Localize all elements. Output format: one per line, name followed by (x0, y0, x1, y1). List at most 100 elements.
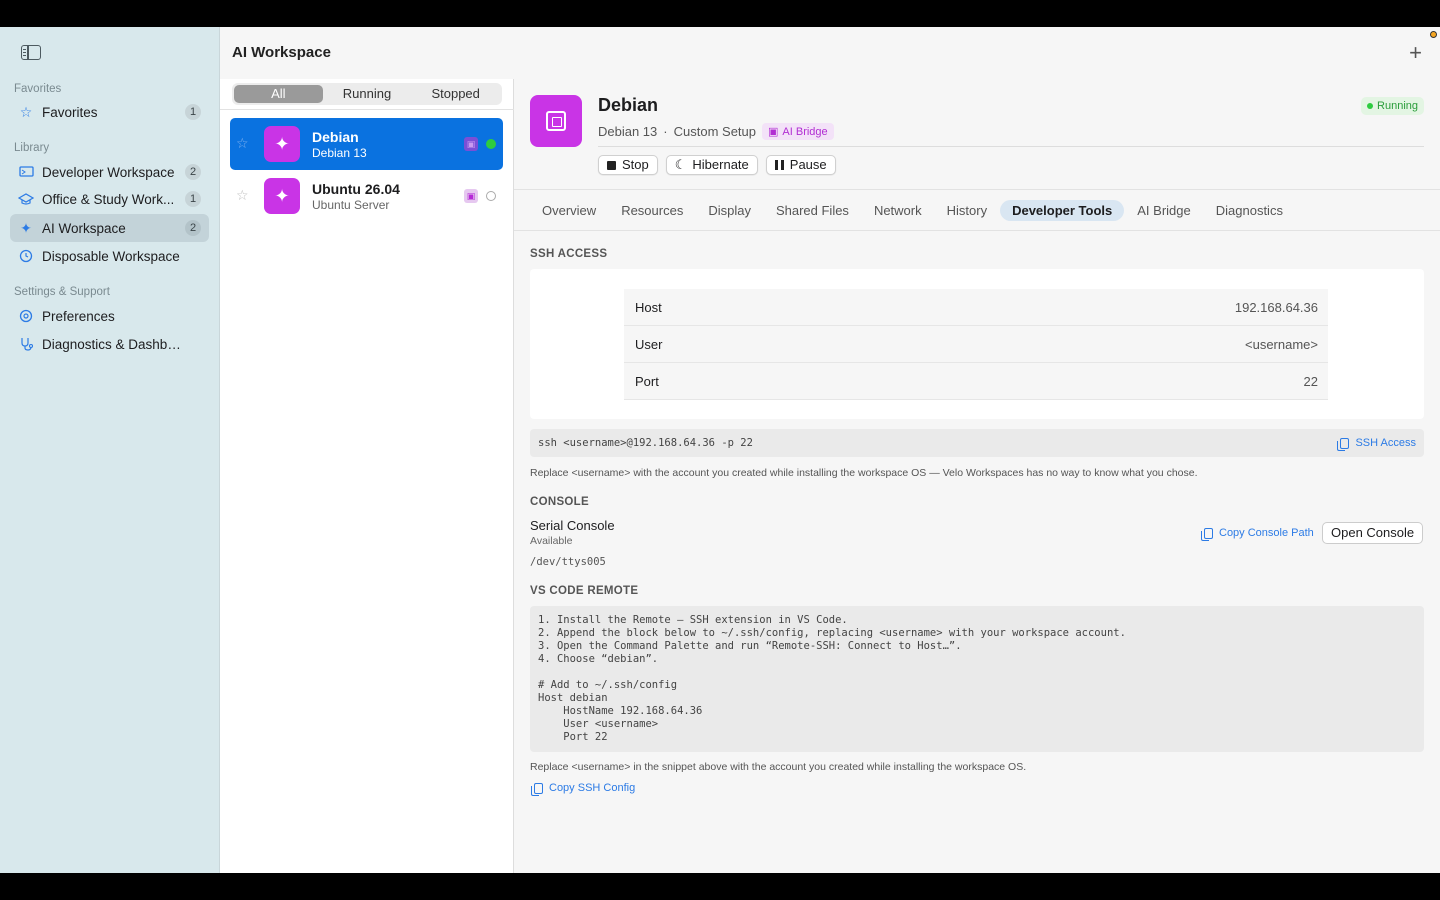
ssh-row-host: Host 192.168.64.36 (624, 289, 1328, 326)
count-badge: 1 (185, 104, 201, 120)
ssh-card: Host 192.168.64.36 User <username> Port … (530, 269, 1424, 419)
serial-console-title: Serial Console (530, 518, 615, 533)
tab-history[interactable]: History (935, 200, 999, 221)
status-badge: Running (1361, 97, 1424, 115)
sidebar-item-label: Office & Study Work... (42, 191, 175, 207)
section-label-settings: Settings & Support (14, 286, 110, 298)
cpu-chip-icon (530, 95, 582, 147)
filter-all[interactable]: All (234, 85, 323, 103)
tab-shared-files[interactable]: Shared Files (764, 200, 861, 221)
tab-resources[interactable]: Resources (609, 200, 695, 221)
copy-ssh-config-button[interactable]: Copy SSH Config (531, 782, 635, 796)
sidebar-item-label: Favorites (42, 104, 98, 120)
bottom-bar (0, 873, 1440, 900)
copy-console-path-button[interactable]: Copy Console Path (1201, 527, 1314, 541)
divider (598, 146, 1424, 147)
console-section-heading: CONSOLE (530, 496, 589, 508)
sidebar-item-label: Disposable Workspace (42, 248, 180, 264)
detail-tabs: Overview Resources Display Shared Files … (530, 200, 1296, 221)
list-item[interactable]: ☆ ✦ Debian Debian 13 ▣ (230, 118, 503, 170)
ai-bridge-badge: ▣ AI Bridge (762, 123, 834, 140)
star-icon[interactable]: ☆ (236, 187, 249, 204)
ssh-row-port: Port 22 (624, 363, 1328, 400)
toolbar: AI Workspace + (220, 27, 1440, 79)
stop-icon (607, 160, 616, 170)
sparkle-icon: ✦ (20, 219, 32, 236)
action-buttons: Stop ☾ Hibernate Pause (598, 155, 836, 175)
count-badge: 2 (185, 164, 201, 180)
sidebar-item-ai-workspace[interactable]: ✦ AI Workspace 2 (10, 214, 209, 242)
sidebar-item-disposable-workspace[interactable]: Disposable Workspace (10, 242, 209, 270)
list-item[interactable]: ☆ ✦ Ubuntu 26.04 Ubuntu Server ▣ (230, 170, 503, 222)
filter-stopped[interactable]: Stopped (411, 85, 500, 103)
port-value: 22 (1303, 374, 1318, 389)
open-console-button[interactable]: Open Console (1322, 522, 1424, 544)
sidebar-toggle-icon[interactable] (21, 45, 41, 60)
stop-button[interactable]: Stop (598, 155, 658, 175)
ssh-command-bar: ssh <username>@192.168.64.36 -p 22 SSH A… (530, 429, 1424, 457)
monitor-icon (18, 164, 34, 180)
graduation-cap-icon (18, 191, 34, 207)
sidebar-item-favorites[interactable]: ☆ Favorites 1 (10, 98, 209, 126)
count-badge: 1 (185, 191, 201, 207)
workspace-name: Debian (312, 129, 359, 145)
sidebar-item-label: Preferences (42, 308, 115, 324)
workspace-os: Debian 13 (312, 146, 367, 160)
copy-icon (1337, 437, 1350, 451)
app-window: Favorites ☆ Favorites 1 Library Develope… (0, 27, 1440, 873)
copy-ssh-command-button[interactable]: SSH Access (1337, 437, 1416, 451)
workspace-list: All Running Stopped ☆ ✦ Debian Debian 13… (220, 79, 514, 873)
os-label: Debian 13 (598, 124, 658, 139)
ai-bridge-chip-icon: ▣ (464, 189, 478, 203)
chip-icon: ▣ (768, 126, 779, 138)
sidebar-item-developer-workspace[interactable]: Developer Workspace 2 (10, 158, 209, 186)
tab-overview[interactable]: Overview (530, 200, 608, 221)
ssh-row-user: User <username> (624, 326, 1328, 363)
menu-bar (0, 0, 1440, 27)
pause-button[interactable]: Pause (765, 155, 836, 175)
sidebar-item-label: Developer Workspace (42, 164, 175, 180)
user-value: <username> (1245, 337, 1318, 352)
ssh-section-heading: SSH ACCESS (530, 248, 608, 260)
tab-network[interactable]: Network (862, 200, 934, 221)
tab-diagnostics[interactable]: Diagnostics (1204, 200, 1295, 221)
add-icon[interactable]: + (1409, 40, 1422, 66)
sidebar-item-label: Diagnostics & Dashboard (42, 336, 182, 352)
divider (514, 189, 1440, 190)
ssh-command: ssh <username>@192.168.64.36 -p 22 (538, 437, 753, 449)
ssh-config-snippet: 1. Install the Remote – SSH extension in… (530, 606, 1424, 752)
sidebar-item-office-study[interactable]: Office & Study Work... 1 (10, 185, 209, 213)
sidebar-item-preferences[interactable]: Preferences (10, 302, 209, 330)
hibernate-button[interactable]: ☾ Hibernate (665, 155, 758, 175)
separator: · (663, 124, 668, 139)
hibernate-icon: ☾ (674, 157, 687, 172)
filter-running[interactable]: Running (323, 85, 412, 103)
copy-icon (1201, 527, 1213, 541)
copy-icon (531, 782, 543, 796)
detail-header: Debian Debian 13 · Custom Setup ▣ AI Bri… (514, 79, 1440, 189)
status-filter[interactable]: All Running Stopped (232, 83, 502, 105)
count-badge: 2 (185, 220, 201, 236)
console-status: Available (530, 535, 573, 547)
tab-developer-tools[interactable]: Developer Tools (1000, 200, 1125, 221)
status-dot (486, 139, 496, 149)
sparkle-icon: ✦ (264, 178, 300, 214)
ssh-note: Replace <username> with the account you … (530, 467, 1198, 479)
tab-ai-bridge[interactable]: AI Bridge (1125, 200, 1202, 221)
notification-dot (1430, 31, 1437, 38)
workspace-subtitle: Debian 13 · Custom Setup ▣ AI Bridge (598, 123, 834, 140)
sidebar: Favorites ☆ Favorites 1 Library Develope… (0, 27, 220, 873)
timer-icon (18, 248, 34, 264)
gear-icon (18, 308, 34, 324)
star-icon[interactable]: ☆ (236, 135, 249, 152)
sidebar-item-diagnostics-dashboard[interactable]: Diagnostics & Dashboard (10, 330, 209, 358)
workspace-title: Debian (598, 95, 659, 115)
divider (514, 230, 1440, 231)
pause-icon (774, 160, 784, 170)
section-label-library: Library (14, 142, 50, 154)
tab-display[interactable]: Display (696, 200, 763, 221)
star-icon: ☆ (19, 103, 33, 120)
workspace-detail: Debian Debian 13 · Custom Setup ▣ AI Bri… (514, 79, 1440, 873)
vscode-note: Replace <username> in the snippet above … (530, 761, 1027, 773)
ai-bridge-chip-icon: ▣ (464, 137, 478, 151)
